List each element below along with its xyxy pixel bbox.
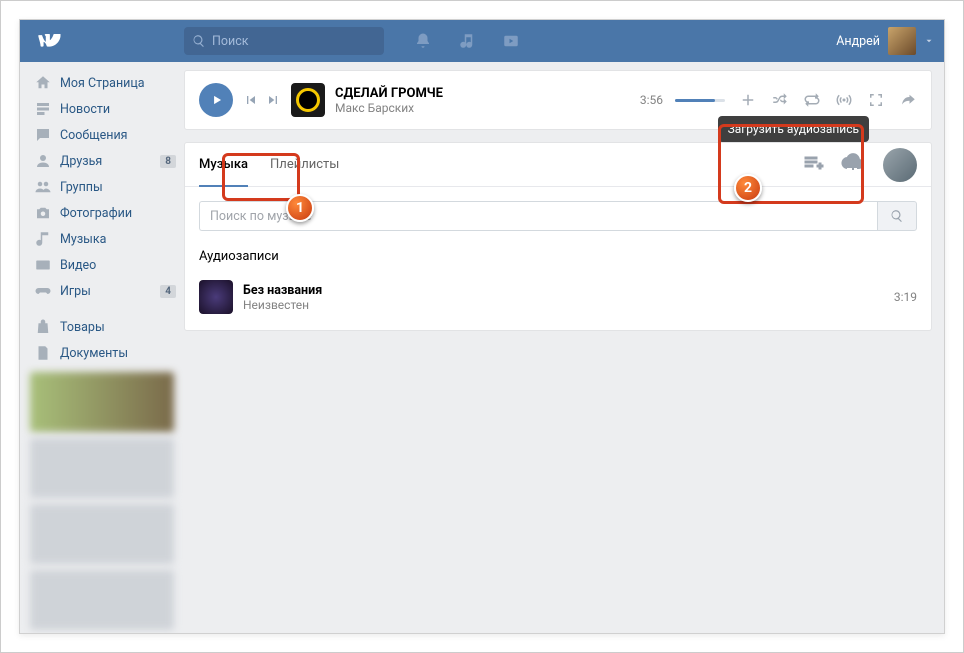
- audio-artist: Неизвестен: [243, 298, 322, 312]
- games-badge: 4: [160, 285, 176, 298]
- music-note-icon[interactable]: [458, 32, 476, 50]
- next-track-icon[interactable]: [265, 92, 281, 108]
- user-avatar[interactable]: [883, 148, 917, 182]
- global-search-placeholder: Поиск: [212, 34, 249, 49]
- prev-track-icon[interactable]: [243, 92, 259, 108]
- playlist-add-icon[interactable]: [802, 151, 826, 175]
- sidebar-item-my-page[interactable]: Моя Страница: [20, 70, 184, 96]
- groups-icon: [34, 178, 52, 196]
- music-search-input[interactable]: Поиск по музыке: [199, 201, 877, 231]
- docs-icon: [34, 344, 52, 362]
- audio-title: Без названия: [243, 283, 322, 298]
- add-icon[interactable]: [739, 91, 757, 109]
- shuffle-icon[interactable]: [771, 91, 789, 109]
- sidebar-item-friends[interactable]: Друзья8: [20, 148, 184, 174]
- music-icon: [34, 230, 52, 248]
- avatar: [888, 27, 916, 55]
- volume-slider[interactable]: [675, 99, 725, 102]
- play-button[interactable]: [199, 83, 233, 117]
- camera-icon: [34, 204, 52, 222]
- chevron-down-icon: [924, 36, 934, 46]
- share-icon[interactable]: [899, 91, 917, 109]
- sidebar: Моя Страница Новости Сообщения Друзья8 Г…: [20, 62, 184, 634]
- repeat-icon[interactable]: [803, 91, 821, 109]
- video-play-icon[interactable]: [502, 32, 520, 50]
- music-card: Музыка Плейлисты Загрузить аудиозапись П…: [184, 142, 932, 331]
- expand-icon[interactable]: [867, 91, 885, 109]
- games-icon: [34, 282, 52, 300]
- blurred-widget: [30, 372, 174, 432]
- global-search[interactable]: Поиск: [184, 27, 384, 55]
- tab-music[interactable]: Музыка: [199, 143, 248, 186]
- search-icon: [890, 209, 904, 223]
- sidebar-item-docs[interactable]: Документы: [20, 340, 184, 366]
- sidebar-item-groups[interactable]: Группы: [20, 174, 184, 200]
- username: Андрей: [836, 34, 880, 49]
- home-icon: [34, 74, 52, 92]
- vk-logo[interactable]: [36, 27, 64, 55]
- sidebar-item-video[interactable]: Видео: [20, 252, 184, 278]
- track-title: СДЕЛАЙ ГРОМЧЕ: [335, 86, 443, 101]
- music-search-button[interactable]: [877, 201, 917, 231]
- tab-playlists[interactable]: Плейлисты: [270, 143, 339, 186]
- track-time: 3:56: [640, 93, 663, 107]
- upload-icon[interactable]: [841, 151, 865, 175]
- bell-icon[interactable]: [414, 32, 432, 50]
- upload-tooltip: Загрузить аудиозапись: [718, 116, 869, 142]
- broadcast-icon[interactable]: [835, 91, 853, 109]
- blurred-widget: [30, 570, 174, 630]
- video-icon: [34, 256, 52, 274]
- sidebar-item-news[interactable]: Новости: [20, 96, 184, 122]
- sidebar-item-music[interactable]: Музыка: [20, 226, 184, 252]
- main-content: СДЕЛАЙ ГРОМЧЕ Макс Барских 3:56 Музыка: [184, 62, 944, 634]
- audio-duration: 3:19: [894, 290, 917, 304]
- audio-artwork: [199, 280, 233, 314]
- track-artwork: [291, 83, 325, 117]
- audio-row[interactable]: Без названия Неизвестен 3:19: [185, 276, 931, 318]
- section-title: Аудиозаписи: [185, 245, 931, 276]
- sidebar-item-messages[interactable]: Сообщения: [20, 122, 184, 148]
- friends-icon: [34, 152, 52, 170]
- bag-icon: [34, 318, 52, 336]
- news-icon: [34, 100, 52, 118]
- friends-badge: 8: [160, 155, 176, 168]
- play-icon: [210, 93, 224, 107]
- sidebar-item-goods[interactable]: Товары: [20, 314, 184, 340]
- blurred-widget: [30, 504, 174, 564]
- messages-icon: [34, 126, 52, 144]
- sidebar-item-games[interactable]: Игры4: [20, 278, 184, 304]
- topbar-icons: [414, 32, 520, 50]
- topbar-user[interactable]: Андрей: [836, 27, 934, 55]
- search-icon: [192, 34, 206, 48]
- sidebar-item-photos[interactable]: Фотографии: [20, 200, 184, 226]
- track-artist: Макс Барских: [335, 101, 443, 115]
- blurred-widget: [30, 438, 174, 498]
- topbar: Поиск Андрей: [20, 20, 944, 62]
